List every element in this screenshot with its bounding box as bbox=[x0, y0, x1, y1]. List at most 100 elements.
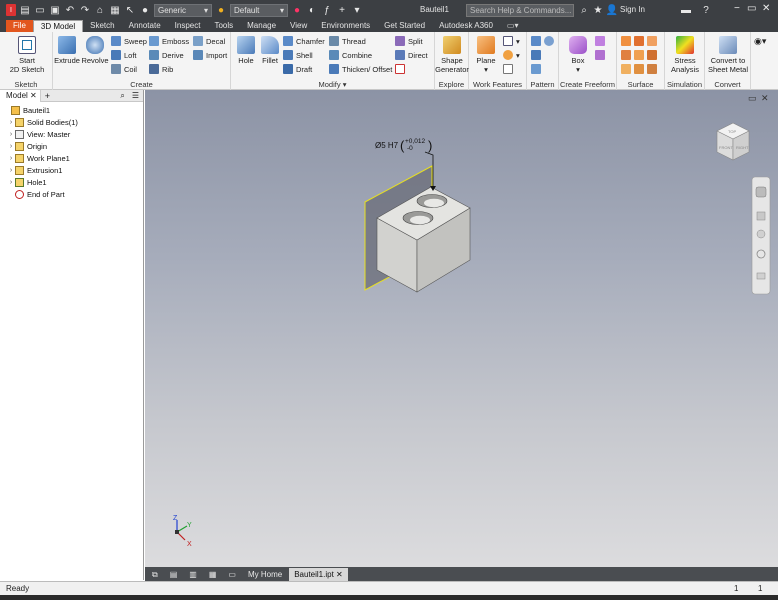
circular-pattern-icon[interactable] bbox=[544, 36, 554, 46]
chamfer-button[interactable]: Chamfer bbox=[283, 36, 325, 46]
tab-manage[interactable]: Manage bbox=[240, 20, 283, 32]
expand-chevron-icon[interactable]: › bbox=[7, 119, 15, 126]
tab-annotate[interactable]: Annotate bbox=[122, 20, 168, 32]
coil-button[interactable]: Coil bbox=[111, 64, 137, 74]
rectangular-pattern-button[interactable] bbox=[531, 36, 554, 46]
tree-item[interactable]: › Solid Bodies(1) bbox=[7, 116, 78, 128]
tab-tools[interactable]: Tools bbox=[207, 20, 240, 32]
help-icon[interactable]: ? bbox=[700, 4, 712, 16]
shape-generator-button[interactable]: Shape Generator bbox=[435, 36, 469, 74]
parameters-icon[interactable]: ƒ bbox=[321, 4, 333, 16]
restore-icon[interactable]: ▭ bbox=[747, 3, 756, 14]
tree-item[interactable]: › View: Master bbox=[7, 128, 70, 140]
expand-chevron-icon[interactable]: › bbox=[7, 143, 15, 150]
fit-mesh-icon[interactable] bbox=[634, 64, 644, 74]
graphics-window[interactable]: ▭ ✕ Ø5 H7 ( +0,012 -0 ) TOP FRONT RIGHT bbox=[145, 90, 778, 567]
import-button[interactable]: Import bbox=[193, 50, 227, 60]
hole-button[interactable]: Hole bbox=[233, 36, 259, 65]
sketch-pattern-button[interactable] bbox=[531, 64, 541, 74]
adjust-icon[interactable]: ◐ bbox=[306, 4, 318, 16]
tab-list-icon[interactable]: ▭ bbox=[223, 568, 241, 581]
sign-in-link[interactable]: Sign In bbox=[620, 5, 645, 14]
search-icon[interactable]: ⌕ bbox=[117, 91, 127, 101]
direct-button[interactable]: Direct bbox=[395, 50, 428, 60]
tile-vertical-icon[interactable]: ▤ bbox=[165, 568, 183, 581]
add-tab-icon[interactable]: + bbox=[41, 91, 54, 101]
tab-sketch[interactable]: Sketch bbox=[83, 20, 121, 32]
hole-annotation[interactable]: Ø5 H7 bbox=[375, 141, 399, 150]
tab-autodesk-a360[interactable]: Autodesk A360 bbox=[432, 20, 500, 32]
update-icon[interactable]: ▦ bbox=[109, 4, 121, 16]
redo-icon[interactable]: ↷ bbox=[79, 4, 91, 16]
color-icon[interactable]: ● bbox=[139, 4, 151, 16]
combine-button[interactable]: Combine bbox=[329, 50, 372, 60]
expand-chevron-icon[interactable]: › bbox=[7, 179, 15, 186]
tab-view[interactable]: View bbox=[283, 20, 314, 32]
expand-chevron-icon[interactable]: › bbox=[7, 167, 15, 174]
tab-file[interactable]: File bbox=[6, 20, 33, 32]
ribbon-options-icon[interactable]: ▭▾ bbox=[500, 20, 526, 32]
arrange-icon[interactable]: ▦ bbox=[204, 568, 222, 581]
derive-button[interactable]: Derive bbox=[149, 50, 184, 60]
viewcube[interactable]: TOP FRONT RIGHT bbox=[716, 122, 750, 161]
decal-button[interactable]: Decal bbox=[193, 36, 225, 46]
select-icon[interactable]: ↖ bbox=[124, 4, 136, 16]
replace-face-icon[interactable] bbox=[647, 50, 657, 60]
ruled-surface-icon[interactable] bbox=[647, 64, 657, 74]
box-button[interactable]: Box ▾ bbox=[563, 36, 593, 74]
tab-get-started[interactable]: Get Started bbox=[377, 20, 432, 32]
expand-chevron-icon[interactable]: › bbox=[7, 155, 15, 162]
point-button[interactable]: ▾ bbox=[503, 50, 520, 60]
undo-icon[interactable]: ↶ bbox=[64, 4, 76, 16]
plane-button[interactable]: Plane ▾ bbox=[473, 36, 499, 74]
freeform-face-button[interactable] bbox=[595, 36, 605, 46]
ucs-button[interactable] bbox=[503, 64, 513, 74]
axis-button[interactable]: ▾ bbox=[503, 36, 520, 46]
tab-environments[interactable]: Environments bbox=[314, 20, 377, 32]
tree-item[interactable]: › Origin bbox=[7, 140, 47, 152]
material-dropdown[interactable]: Generic ▾ bbox=[154, 3, 212, 17]
home-icon[interactable]: ⌂ bbox=[94, 4, 106, 16]
mirror-button[interactable] bbox=[531, 50, 541, 60]
sweep-button[interactable]: Sweep bbox=[111, 36, 147, 46]
patch-icon[interactable] bbox=[647, 36, 657, 46]
freeform-convert-button[interactable] bbox=[595, 50, 605, 60]
tree-item[interactable]: › Hole1 bbox=[7, 176, 47, 188]
tab-inspect[interactable]: Inspect bbox=[168, 20, 208, 32]
close-icon[interactable]: ✕ bbox=[30, 91, 37, 100]
fillet-button[interactable]: Fillet bbox=[257, 36, 283, 65]
convert-sheet-metal-button[interactable]: Convert to Sheet Metal bbox=[705, 36, 751, 74]
clear-appearance-icon[interactable]: ● bbox=[291, 4, 303, 16]
tab-model[interactable]: Model ✕ bbox=[0, 89, 41, 102]
split-button[interactable]: Split bbox=[395, 36, 423, 46]
thicken-offset-button[interactable]: Thicken/ Offset bbox=[329, 64, 392, 74]
search-icon[interactable]: ⌕ bbox=[578, 4, 590, 16]
loft-button[interactable]: Loft bbox=[111, 50, 137, 60]
start-2d-sketch-button[interactable]: Start 2D Sketch bbox=[6, 36, 48, 74]
close-icon[interactable]: ✕ bbox=[762, 3, 770, 14]
more-icon[interactable]: ▾ bbox=[351, 4, 363, 16]
tile-horizontal-icon[interactable]: ⧉ bbox=[147, 568, 163, 581]
tree-item[interactable]: End of Part bbox=[7, 188, 65, 200]
tree-item[interactable]: Bauteil1 bbox=[3, 104, 50, 116]
tree-item[interactable]: › Extrusion1 bbox=[7, 164, 62, 176]
shell-button[interactable]: Shell bbox=[283, 50, 313, 60]
save-icon[interactable]: ▣ bbox=[49, 4, 61, 16]
rib-button[interactable]: Rib bbox=[149, 64, 173, 74]
sculpt-icon[interactable] bbox=[634, 36, 644, 46]
search-input[interactable]: Search Help & Commands... bbox=[466, 4, 574, 17]
star-icon[interactable]: ★ bbox=[592, 4, 604, 16]
stitch-button[interactable] bbox=[621, 36, 657, 46]
tab-bauteil1[interactable]: Bauteil1.ipt ✕ bbox=[289, 567, 348, 581]
repair-button[interactable] bbox=[621, 64, 657, 74]
app-menu-icon[interactable]: I bbox=[6, 4, 16, 16]
menu-icon[interactable]: ☰ bbox=[128, 91, 143, 100]
cascade-icon[interactable]: ▥ bbox=[184, 568, 202, 581]
expand-chevron-icon[interactable]: › bbox=[7, 131, 15, 138]
revolve-button[interactable]: Revolve bbox=[81, 36, 109, 65]
thread-button[interactable]: Thread bbox=[329, 36, 366, 46]
tab-3d-model[interactable]: 3D Model bbox=[32, 20, 84, 32]
delete-face-button[interactable] bbox=[395, 64, 405, 74]
draft-button[interactable]: Draft bbox=[283, 64, 312, 74]
trim-button[interactable] bbox=[621, 50, 657, 60]
